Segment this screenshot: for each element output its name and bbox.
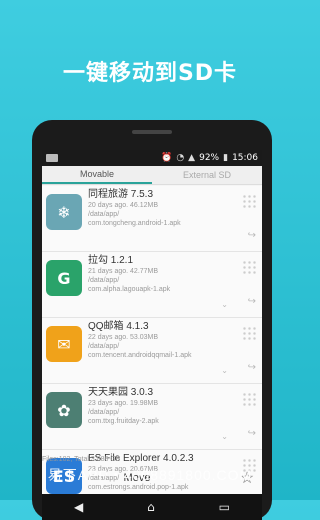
watermark: 易下APP・4008891800.COM <box>47 467 253 483</box>
app-path: /data/app/ <box>88 211 120 218</box>
app-meta: 23 days ago. 19.98MB <box>88 400 159 407</box>
phone-frame: ⏰ ◔ ▲ 92% ▮ 15:06 Movable External SD ❄ … <box>32 120 272 520</box>
lagou-icon: G <box>46 260 82 296</box>
tongcheng-icon: ❄ <box>46 194 82 230</box>
app-path: /data/app/ <box>88 277 120 284</box>
fruitday-icon: ✿ <box>46 392 82 428</box>
battery-level: 92% <box>199 153 220 163</box>
tab-external-sd[interactable]: External SD <box>152 166 262 184</box>
back-icon[interactable]: ◀ <box>74 500 83 514</box>
drag-handle-icon[interactable] <box>242 194 256 208</box>
app-title: QQ邮箱 4.1.3 <box>88 321 149 332</box>
app-meta: 20 days ago. 46.12MB <box>88 202 159 209</box>
battery-icon: ▮ <box>223 152 229 163</box>
navigation-bar: ◀ ⌂ ▭ <box>42 494 262 520</box>
drag-handle-icon[interactable] <box>242 326 256 340</box>
app-package: com.tencent.androidqqmail-1.apk <box>88 352 192 359</box>
app-title: 同程旅游 7.5.3 <box>88 189 154 200</box>
qqmail-icon: ✉ <box>46 326 82 362</box>
home-icon[interactable]: ⌂ <box>147 500 155 514</box>
app-path: /data/app/ <box>88 409 120 416</box>
app-meta: 21 days ago. 42.77MB <box>88 268 159 275</box>
speaker <box>132 130 172 134</box>
chevron-down-icon[interactable]: ⌄ <box>221 366 228 375</box>
drag-handle-icon[interactable] <box>242 260 256 274</box>
chevron-down-icon[interactable]: ⌄ <box>221 300 228 309</box>
notification-icon <box>46 154 58 162</box>
app-package: com.tongcheng.android-1.apk <box>88 220 181 227</box>
tab-bar: Movable External SD <box>42 166 262 185</box>
list-item[interactable]: ✿ 天天果园 3.0.3 23 days ago. 19.98MB /data/… <box>42 384 262 450</box>
app-title: 天天果园 3.0.3 <box>88 387 154 398</box>
wifi-icon: ◔ <box>176 152 185 163</box>
headline: 一键移动到SD卡 <box>62 61 238 86</box>
signal-icon: ▲ <box>188 152 196 163</box>
status-bar: ⏰ ◔ ▲ 92% ▮ 15:06 <box>42 150 262 166</box>
share-icon[interactable]: ↪ <box>248 428 256 439</box>
share-icon[interactable]: ↪ <box>248 296 256 307</box>
list-item[interactable]: ❄ 同程旅游 7.5.3 20 days ago. 46.12MB /data/… <box>42 186 262 252</box>
app-title: 拉勾 1.2.1 <box>88 255 134 266</box>
app-path: /data/app/ <box>88 343 120 350</box>
chevron-down-icon[interactable]: ⌄ <box>221 432 228 441</box>
app-meta: 22 days ago. 53.03MB <box>88 334 159 341</box>
clock: 15:06 <box>232 153 258 163</box>
drag-handle-icon[interactable] <box>242 392 256 406</box>
list-item[interactable]: G 拉勾 1.2.1 21 days ago. 42.77MB /data/ap… <box>42 252 262 318</box>
recents-icon[interactable]: ▭ <box>219 500 230 514</box>
tab-movable[interactable]: Movable <box>42 166 152 184</box>
share-icon[interactable]: ↪ <box>248 362 256 373</box>
app-package: com.ttxg.fruitday-2.apk <box>88 418 159 425</box>
alarm-icon: ⏰ <box>161 152 173 163</box>
list-item[interactable]: ✉ QQ邮箱 4.1.3 22 days ago. 53.03MB /data/… <box>42 318 262 384</box>
app-package: com.alpha.lagouapk-1.apk <box>88 286 171 293</box>
share-icon[interactable]: ↪ <box>248 230 256 241</box>
